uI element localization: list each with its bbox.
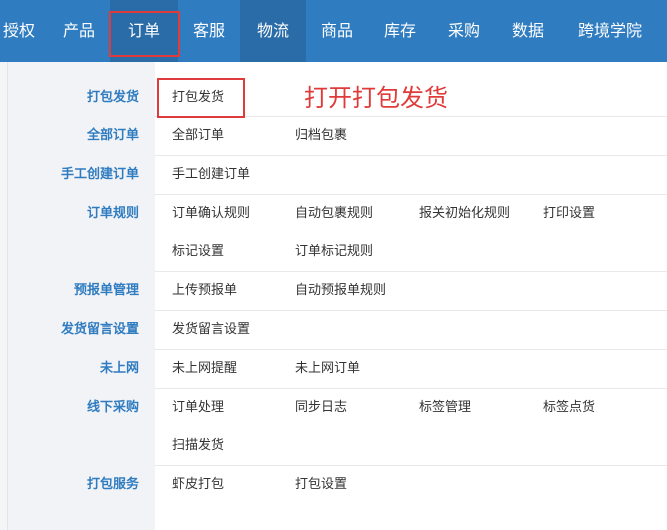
category-not-online: 未上网 <box>99 361 139 376</box>
nav-item-inventory[interactable]: 库存 <box>368 0 432 62</box>
nav-item-data[interactable]: 数据 <box>496 0 560 62</box>
menu-item-order-confirm-rules[interactable]: 订单确认规则 <box>172 204 250 224</box>
category-pack-service: 打包服务 <box>86 477 139 492</box>
nav-item-orders[interactable]: 订单 <box>110 0 178 62</box>
nav-item-academy[interactable]: 跨境学院 <box>568 0 652 62</box>
nav-item-logistics[interactable]: 物流 <box>240 0 306 62</box>
category-manual-order: 手工创建订单 <box>60 167 139 182</box>
menu-item-pack-settings[interactable]: 打包设置 <box>295 475 347 495</box>
nav-item-goods[interactable]: 商品 <box>306 0 368 62</box>
menu-item-not-online-orders[interactable]: 未上网订单 <box>295 359 360 379</box>
menu-item-sync-log[interactable]: 同步日志 <box>295 398 347 418</box>
row-divider <box>155 310 667 311</box>
category-pack-ship: 打包发货 <box>86 90 139 105</box>
menu-item-auto-package-rules[interactable]: 自动包裹规则 <box>295 204 373 224</box>
row-divider <box>155 155 667 156</box>
row-divider <box>155 465 667 466</box>
row-divider <box>155 271 667 272</box>
nav-item-products[interactable]: 产品 <box>48 0 110 62</box>
category-order-rules: 订单规则 <box>86 206 139 221</box>
menu-item-mark-settings[interactable]: 标记设置 <box>172 242 224 262</box>
nav-item-purchase[interactable]: 采购 <box>432 0 496 62</box>
category-forecast: 预报单管理 <box>73 283 139 298</box>
nav-item-authorize[interactable]: 授权 <box>0 0 38 62</box>
category-all-orders: 全部订单 <box>86 128 139 143</box>
row-divider <box>155 388 667 389</box>
annotation-text: 打开打包发货 <box>304 84 448 112</box>
menu-item-auto-forecast-rules[interactable]: 自动预报单规则 <box>295 281 386 301</box>
menu-item-print-settings[interactable]: 打印设置 <box>543 204 595 224</box>
menu-item-label-management[interactable]: 标签管理 <box>419 398 471 418</box>
menu-item-archived-packages[interactable]: 归档包裹 <box>295 126 347 146</box>
menu-item-order-processing[interactable]: 订单处理 <box>172 398 224 418</box>
menu-item-pack-ship[interactable]: 打包发货 <box>172 88 224 108</box>
menu-item-all-orders[interactable]: 全部订单 <box>172 126 224 146</box>
menu-item-manual-create-order[interactable]: 手工创建订单 <box>172 165 250 185</box>
row-divider <box>155 194 667 195</box>
menu-item-customs-init-rules[interactable]: 报关初始化规则 <box>419 204 510 224</box>
menu-item-label-check[interactable]: 标签点货 <box>543 398 595 418</box>
top-nav: 授权 产品 订单 客服 物流 商品 库存 采购 数据 跨境学院 <box>0 0 667 62</box>
menu-item-order-mark-rules[interactable]: 订单标记规则 <box>295 242 373 262</box>
nav-item-customer-service[interactable]: 客服 <box>178 0 240 62</box>
category-ship-message: 发货留言设置 <box>60 322 139 337</box>
menu-item-ship-message-settings[interactable]: 发货留言设置 <box>172 320 250 340</box>
menu-item-scan-ship[interactable]: 扫描发货 <box>172 436 224 456</box>
menu-item-upload-forecast[interactable]: 上传预报单 <box>172 281 237 301</box>
row-divider <box>155 349 667 350</box>
menu-item-shopee-pack[interactable]: 虾皮打包 <box>172 475 224 495</box>
menu-item-not-online-reminder[interactable]: 未上网提醒 <box>172 359 237 379</box>
row-divider <box>155 116 667 117</box>
background-page-strip <box>0 62 8 530</box>
category-offline-purchase: 线下采购 <box>86 400 139 415</box>
